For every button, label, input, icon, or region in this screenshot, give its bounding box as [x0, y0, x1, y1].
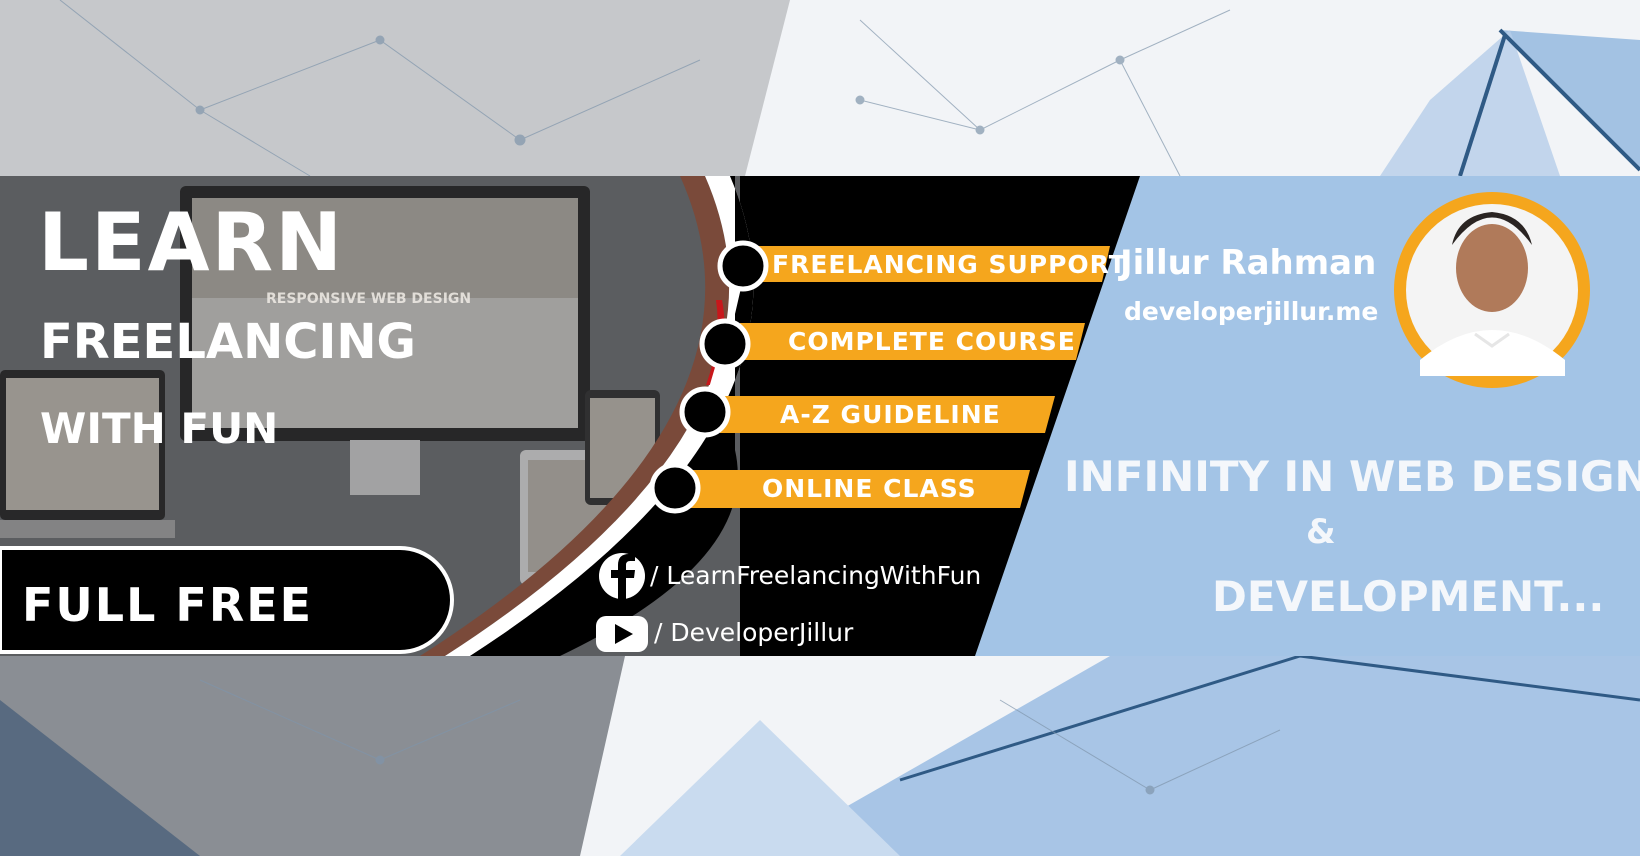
feature-label-2: COMPLETE COURSE — [788, 327, 1076, 356]
bullet-3 — [679, 386, 731, 438]
youtube-link[interactable]: / DeveloperJillur — [654, 618, 853, 647]
tagline-line1: INFINITY IN WEB DESIGN — [1064, 452, 1640, 501]
headline-line3: WITH FUN — [40, 404, 279, 453]
author-website[interactable]: developerjillur.me — [1124, 297, 1378, 326]
screen-caption: RESPONSIVE WEB DESIGN — [266, 291, 472, 307]
bullet-2 — [699, 318, 751, 370]
youtube-icon — [596, 616, 648, 652]
headline-line2: FREELANCING — [40, 314, 416, 370]
tagline-line2: & — [1306, 512, 1336, 552]
cover-banner: { "headline": { "line1": "LEARN", "line2… — [0, 0, 1640, 856]
feature-label-4: ONLINE CLASS — [762, 474, 977, 503]
headline-line1: LEARN — [38, 196, 345, 289]
bullet-4 — [649, 462, 701, 514]
feature-label-1: FREELANCING SUPPORT — [772, 250, 1127, 279]
author-name: Jillur Rahman — [1120, 243, 1377, 283]
bullet-1 — [717, 240, 769, 292]
facebook-link[interactable]: / LearnFreelancingWithFun — [650, 561, 981, 590]
badge-label: FULL FREE — [22, 578, 314, 632]
tagline-line3: DEVELOPMENT... — [1212, 572, 1605, 621]
feature-label-3: A-Z GUIDELINE — [780, 400, 1001, 429]
